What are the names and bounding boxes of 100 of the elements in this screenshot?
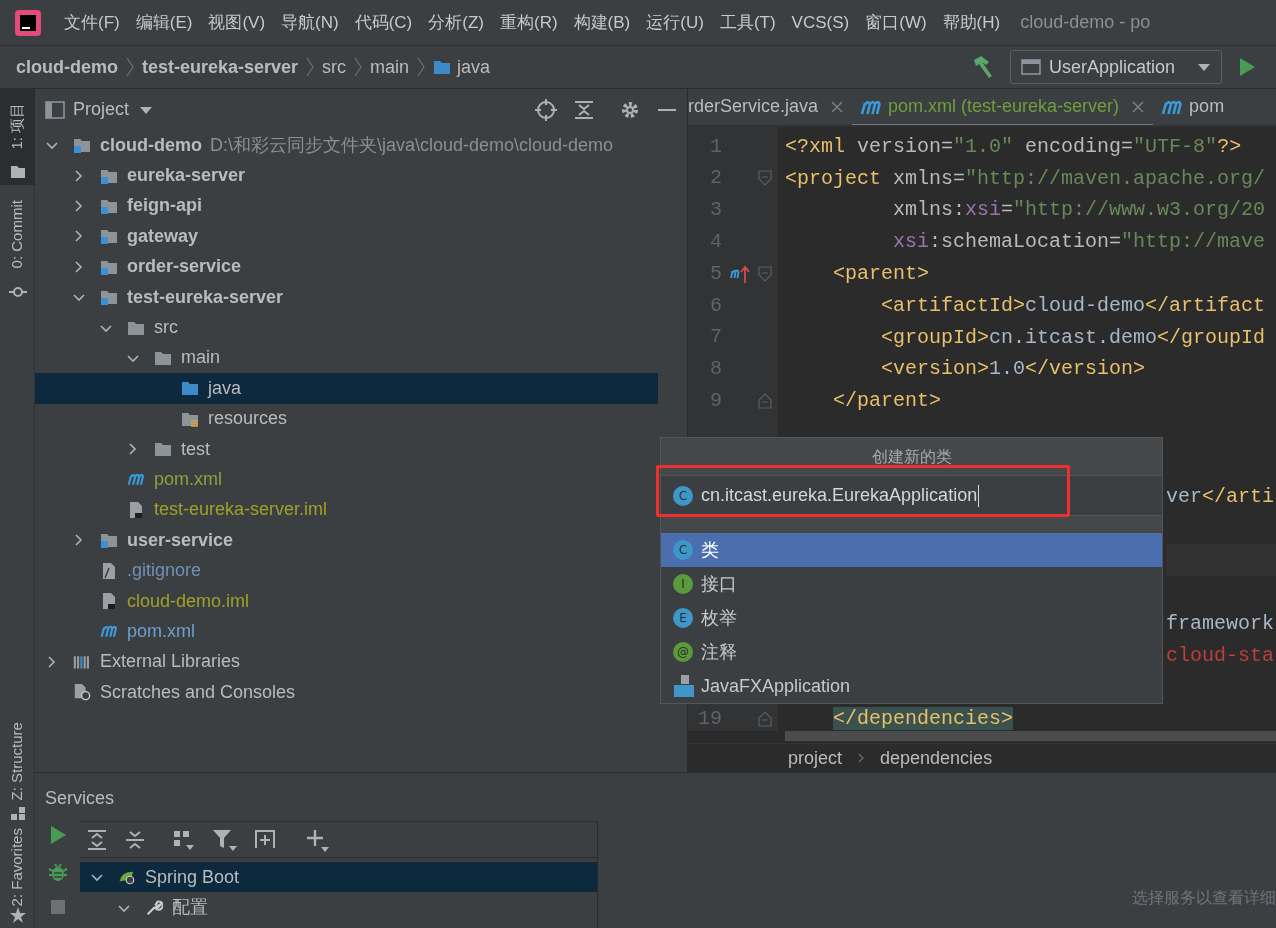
code-line: framework — [1166, 611, 1275, 635]
tree-item[interactable]: pom.xml — [35, 464, 658, 495]
dialog-title: 创建新的类 — [871, 446, 952, 467]
menu-item[interactable]: 运行(U) — [638, 9, 712, 36]
dialog-list-item[interactable]: C 类 — [661, 533, 1162, 567]
side-tab[interactable]: Z: Structure — [0, 716, 35, 828]
scrollbar[interactable] — [785, 731, 1276, 742]
tree-item[interactable]: test-eureka-server — [35, 281, 658, 313]
tree-item[interactable]: main — [35, 342, 658, 374]
enum-icon: E — [673, 608, 693, 628]
tree-item[interactable]: java — [35, 373, 658, 404]
fold-marker-icon[interactable] — [758, 170, 772, 187]
caret-icon — [139, 104, 154, 115]
side-tab[interactable]: 1: 项目 — [0, 89, 35, 185]
code-line: ver</arti — [1166, 484, 1275, 508]
side-tab[interactable]: 0: Commit — [0, 185, 35, 305]
folder-icon — [154, 440, 172, 459]
tree-item[interactable]: Scratches and Consoles — [35, 677, 658, 708]
menu-item[interactable]: 文件(F) — [56, 9, 128, 36]
interface-icon: I — [673, 574, 693, 594]
fold-marker-icon[interactable] — [758, 393, 772, 410]
tree-item[interactable]: feign-api — [35, 190, 658, 222]
dialog-list-item[interactable]: I 接口 — [661, 567, 1162, 601]
path-text: D:\和彩云同步文件夹\java\cloud-demo\cloud-demo — [210, 133, 614, 157]
breadcrumb-link[interactable]: cloud-demo — [16, 53, 118, 81]
tree-item[interactable]: user-service — [35, 525, 658, 556]
override-marker-icon[interactable] — [730, 263, 752, 284]
debug-icon[interactable] — [47, 861, 68, 883]
tree-item[interactable]: cloud-demo.iml — [35, 585, 658, 617]
class-icon: C — [673, 540, 693, 560]
menu-item[interactable]: 导航(N) — [273, 9, 347, 36]
tree-item[interactable]: .gitignore — [35, 555, 658, 586]
menu-item[interactable]: 重构(R) — [492, 9, 566, 36]
tree-item[interactable]: pom.xml — [35, 616, 658, 647]
run-icon[interactable] — [1238, 57, 1256, 77]
menu-item[interactable]: VCS(S) — [783, 9, 858, 36]
tree-item[interactable]: cloud-demo D:\和彩云同步文件夹\java\cloud-demo\cloud-demo — [35, 130, 658, 161]
caret-icon — [1197, 62, 1211, 72]
collapse-all-icon[interactable] — [573, 98, 595, 121]
panel-title-dropdown[interactable]: Project — [73, 96, 154, 123]
scratch-file-icon — [73, 683, 91, 702]
breadcrumb-link[interactable]: project — [788, 744, 843, 772]
editor-tab[interactable]: pom — [1153, 89, 1233, 125]
menu-item[interactable]: 帮助(H) — [934, 9, 1009, 36]
run-icon[interactable] — [48, 825, 67, 845]
code-line: xmlns:xsi="http://www.w3.org/20 — [892, 198, 1266, 222]
code-line: <?xml version="1.0" encoding="UTF-8"?> — [785, 134, 1242, 158]
tree-item[interactable]: Spring Boot — [80, 862, 597, 893]
star-icon — [8, 906, 27, 924]
tree-item[interactable]: eureka-server — [35, 160, 658, 191]
breadcrumb-link[interactable]: java — [457, 53, 491, 81]
side-tab[interactable]: 2: Favorites — [0, 828, 35, 928]
tree-item[interactable]: External Libraries — [35, 646, 658, 678]
menu-item[interactable]: 窗口(W) — [857, 9, 935, 36]
dialog-list-item[interactable]: E 枚举 — [661, 601, 1162, 635]
window-title: cloud-demo - po — [1020, 11, 1151, 34]
code-line: <project xmlns="http://maven.apache.org/ — [785, 166, 1266, 190]
breadcrumb-link[interactable]: test-eureka-server — [142, 53, 299, 81]
breadcrumb-link[interactable]: dependencies — [880, 744, 993, 772]
app-logo-icon — [14, 8, 42, 37]
menu-item[interactable]: 视图(V) — [200, 9, 274, 36]
tree-item[interactable]: src — [35, 312, 658, 343]
folder-icon — [433, 58, 452, 76]
collapse-all-icon[interactable] — [124, 828, 146, 851]
tree-item[interactable]: resources — [35, 403, 658, 434]
module-folder-icon — [73, 136, 91, 155]
tree-item[interactable]: 配置 — [80, 892, 597, 923]
editor-tab[interactable]: rderService.java — [688, 89, 853, 125]
breadcrumb-link[interactable]: src — [322, 53, 347, 81]
tree-item[interactable]: test-eureka-server.iml — [35, 494, 658, 526]
tree-item[interactable]: test — [35, 433, 658, 465]
class-icon: C — [673, 485, 693, 506]
run-configuration-dropdown[interactable]: UserApplication — [1009, 50, 1222, 84]
dialog-list-item[interactable]: JavaFXApplication — [661, 669, 1162, 703]
menu-item[interactable]: 编辑(E) — [127, 9, 201, 36]
window-icon — [1020, 58, 1041, 76]
module-folder-icon — [100, 531, 118, 550]
add-icon[interactable] — [306, 827, 330, 852]
expand-all-icon[interactable] — [86, 828, 108, 851]
menu-item[interactable]: 工具(T) — [711, 9, 784, 36]
close-icon[interactable] — [1131, 99, 1146, 114]
dialog-list-item[interactable]: @ 注释 — [661, 635, 1162, 669]
code-line: </parent> — [832, 389, 942, 413]
fold-marker-icon[interactable] — [758, 711, 772, 727]
javafx-file-icon — [673, 674, 695, 698]
menu-item[interactable]: 分析(Z) — [420, 9, 492, 36]
filter-icon[interactable] — [212, 827, 238, 852]
fold-marker-icon[interactable] — [758, 265, 772, 282]
panel-icon — [45, 100, 65, 119]
close-icon[interactable] — [830, 99, 845, 114]
breadcrumb-link[interactable]: main — [370, 53, 410, 81]
code-line: <artifactId>cloud-demo</artifact — [880, 293, 1266, 317]
locate-icon[interactable] — [535, 98, 557, 121]
tree-item[interactable]: order-service — [35, 251, 658, 282]
menu-item[interactable]: 构建(B) — [565, 9, 639, 36]
tree-item[interactable]: gateway — [35, 221, 658, 252]
folder-icon — [8, 163, 27, 181]
code-line: <parent> — [832, 261, 930, 285]
wrench-icon — [145, 898, 163, 917]
menu-item[interactable]: 代码(C) — [346, 9, 421, 36]
